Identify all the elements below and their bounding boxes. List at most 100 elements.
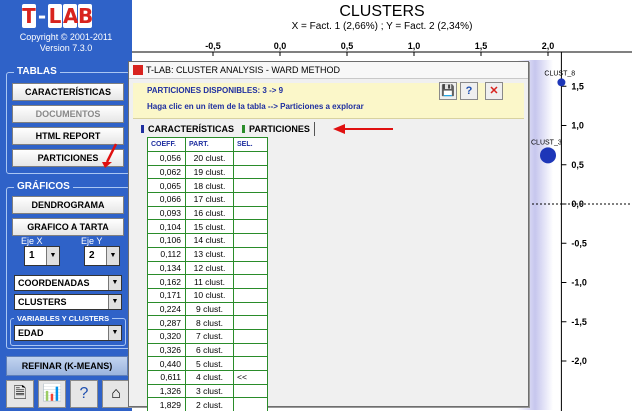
clusters-select[interactable]: CLUSTERS ▼ xyxy=(14,294,122,310)
partition-cell[interactable]: 8 clust. xyxy=(185,315,234,330)
chevron-down-icon: ▼ xyxy=(108,295,121,309)
table-row[interactable]: 0,065 18 clust. xyxy=(147,178,268,194)
sel-cell[interactable] xyxy=(233,260,268,276)
table-row[interactable]: 0,326 6 clust. xyxy=(147,342,268,358)
table-row[interactable]: 0,162 11 clust. xyxy=(147,274,268,289)
partition-cell[interactable]: 20 clust. xyxy=(185,151,234,166)
partition-cell[interactable]: 6 clust. xyxy=(185,342,234,358)
table-row[interactable]: 0,106 14 clust. xyxy=(147,233,268,248)
sel-cell[interactable] xyxy=(233,315,268,330)
coeff-cell[interactable]: 0,611 xyxy=(147,370,186,385)
table-row[interactable]: 0,134 12 clust. xyxy=(147,260,268,276)
table-row[interactable]: 1,326 3 clust. xyxy=(147,383,268,399)
eje-x-select[interactable]: 1 ▼ xyxy=(24,246,60,266)
coeff-cell[interactable]: 0,162 xyxy=(147,274,186,289)
sel-cell[interactable] xyxy=(233,205,268,221)
instructions-text: Haga clic en un ítem de la tabla --> Par… xyxy=(147,102,364,111)
chart-icon[interactable]: 📊 xyxy=(38,380,66,408)
sel-cell[interactable] xyxy=(233,397,268,411)
sel-cell[interactable] xyxy=(233,287,268,303)
sel-cell[interactable] xyxy=(233,233,268,248)
sel-cell[interactable] xyxy=(233,356,268,371)
coeff-cell[interactable]: 0,224 xyxy=(147,301,186,317)
sel-cell[interactable] xyxy=(233,383,268,399)
table-row[interactable]: 0,112 13 clust. xyxy=(147,246,268,262)
coeff-cell[interactable]: 0,062 xyxy=(147,164,186,180)
table-row[interactable]: 0,287 8 clust. xyxy=(147,315,268,330)
coeff-cell[interactable]: 0,440 xyxy=(147,356,186,371)
help-icon[interactable]: ? xyxy=(70,380,98,408)
documentos-button[interactable]: DOCUMENTOS xyxy=(12,105,124,123)
sel-cell[interactable] xyxy=(233,328,268,344)
dendrograma-button[interactable]: DENDROGRAMA xyxy=(12,196,124,214)
refinar-kmeans-button[interactable]: REFINAR (K-MEANS) xyxy=(6,356,128,376)
partition-cell[interactable]: 7 clust. xyxy=(185,328,234,344)
tab-marker xyxy=(242,125,246,133)
table-row[interactable]: 0,611 4 clust. << xyxy=(147,370,268,385)
tab-caracteristicas[interactable]: CARACTERÍSTICAS xyxy=(148,124,234,134)
sel-cell[interactable]: << xyxy=(233,370,268,385)
coeff-cell[interactable]: 0,106 xyxy=(147,233,186,248)
partition-cell[interactable]: 9 clust. xyxy=(185,301,234,317)
sel-cell[interactable] xyxy=(233,192,268,207)
table-row[interactable]: 0,171 10 clust. xyxy=(147,287,268,303)
coeff-cell[interactable]: 0,066 xyxy=(147,192,186,207)
partition-cell[interactable]: 5 clust. xyxy=(185,356,234,371)
partition-cell[interactable]: 14 clust. xyxy=(185,233,234,248)
table-row[interactable]: 0,104 15 clust. xyxy=(147,219,268,235)
coeff-cell[interactable]: 1,326 xyxy=(147,383,186,399)
table-row[interactable]: 0,066 17 clust. xyxy=(147,192,268,207)
partition-cell[interactable]: 18 clust. xyxy=(185,178,234,194)
tab-particiones[interactable]: PARTICIONES xyxy=(249,124,310,134)
sel-cell[interactable] xyxy=(233,342,268,358)
coeff-cell[interactable]: 0,065 xyxy=(147,178,186,194)
save-icon[interactable]: 💾 xyxy=(439,82,457,100)
partition-cell[interactable]: 12 clust. xyxy=(185,260,234,276)
table-row[interactable]: 0,440 5 clust. xyxy=(147,356,268,371)
partition-cell[interactable]: 11 clust. xyxy=(185,274,234,289)
coeff-cell[interactable]: 0,320 xyxy=(147,328,186,344)
sel-cell[interactable] xyxy=(233,301,268,317)
partition-cell[interactable]: 13 clust. xyxy=(185,246,234,262)
coeff-cell[interactable]: 0,093 xyxy=(147,205,186,221)
grafico-a-tarta-button[interactable]: GRAFICO A TARTA xyxy=(12,218,124,236)
sel-cell[interactable] xyxy=(233,151,268,166)
sel-cell[interactable] xyxy=(233,164,268,180)
close-icon[interactable]: ✕ xyxy=(485,82,503,100)
table-row[interactable]: 0,224 9 clust. xyxy=(147,301,268,317)
coeff-cell[interactable]: 0,287 xyxy=(147,315,186,330)
caracteristicas-button[interactable]: CARACTERÍSTICAS xyxy=(12,83,124,101)
table-row[interactable]: 0,056 20 clust. xyxy=(147,151,268,166)
coeff-cell[interactable]: 0,056 xyxy=(147,151,186,166)
home-icon[interactable]: ⌂ xyxy=(102,380,130,408)
partition-cell[interactable]: 3 clust. xyxy=(185,383,234,399)
table-row[interactable]: 1,829 2 clust. xyxy=(147,397,268,411)
partition-cell[interactable]: 15 clust. xyxy=(185,219,234,235)
partition-cell[interactable]: 4 clust. xyxy=(185,370,234,385)
coeff-cell[interactable]: 0,134 xyxy=(147,260,186,276)
sel-cell[interactable] xyxy=(233,178,268,194)
table-row[interactable]: 0,062 19 clust. xyxy=(147,164,268,180)
table-row[interactable]: 0,093 16 clust. xyxy=(147,205,268,221)
sel-cell[interactable] xyxy=(233,274,268,289)
partition-cell[interactable]: 17 clust. xyxy=(185,192,234,207)
partition-cell[interactable]: 19 clust. xyxy=(185,164,234,180)
document-icon[interactable]: 🗎 xyxy=(6,380,34,408)
partition-cell[interactable]: 16 clust. xyxy=(185,205,234,221)
coeff-cell[interactable]: 1,829 xyxy=(147,397,186,411)
partition-cell[interactable]: 10 clust. xyxy=(185,287,234,303)
coeff-cell[interactable]: 0,326 xyxy=(147,342,186,358)
sel-cell[interactable] xyxy=(233,219,268,235)
chevron-down-icon: ▼ xyxy=(108,326,121,340)
coeff-cell[interactable]: 0,104 xyxy=(147,219,186,235)
eje-y-select[interactable]: 2 ▼ xyxy=(84,246,120,266)
table-row[interactable]: 0,320 7 clust. xyxy=(147,328,268,344)
coeff-cell[interactable]: 0,112 xyxy=(147,246,186,262)
app-icon xyxy=(133,65,143,75)
edad-select[interactable]: EDAD ▼ xyxy=(14,325,122,341)
help-icon[interactable]: ? xyxy=(460,82,478,100)
sel-cell[interactable] xyxy=(233,246,268,262)
coordenadas-select[interactable]: COORDENADAS ▼ xyxy=(14,275,122,291)
coeff-cell[interactable]: 0,171 xyxy=(147,287,186,303)
partition-cell[interactable]: 2 clust. xyxy=(185,397,234,411)
